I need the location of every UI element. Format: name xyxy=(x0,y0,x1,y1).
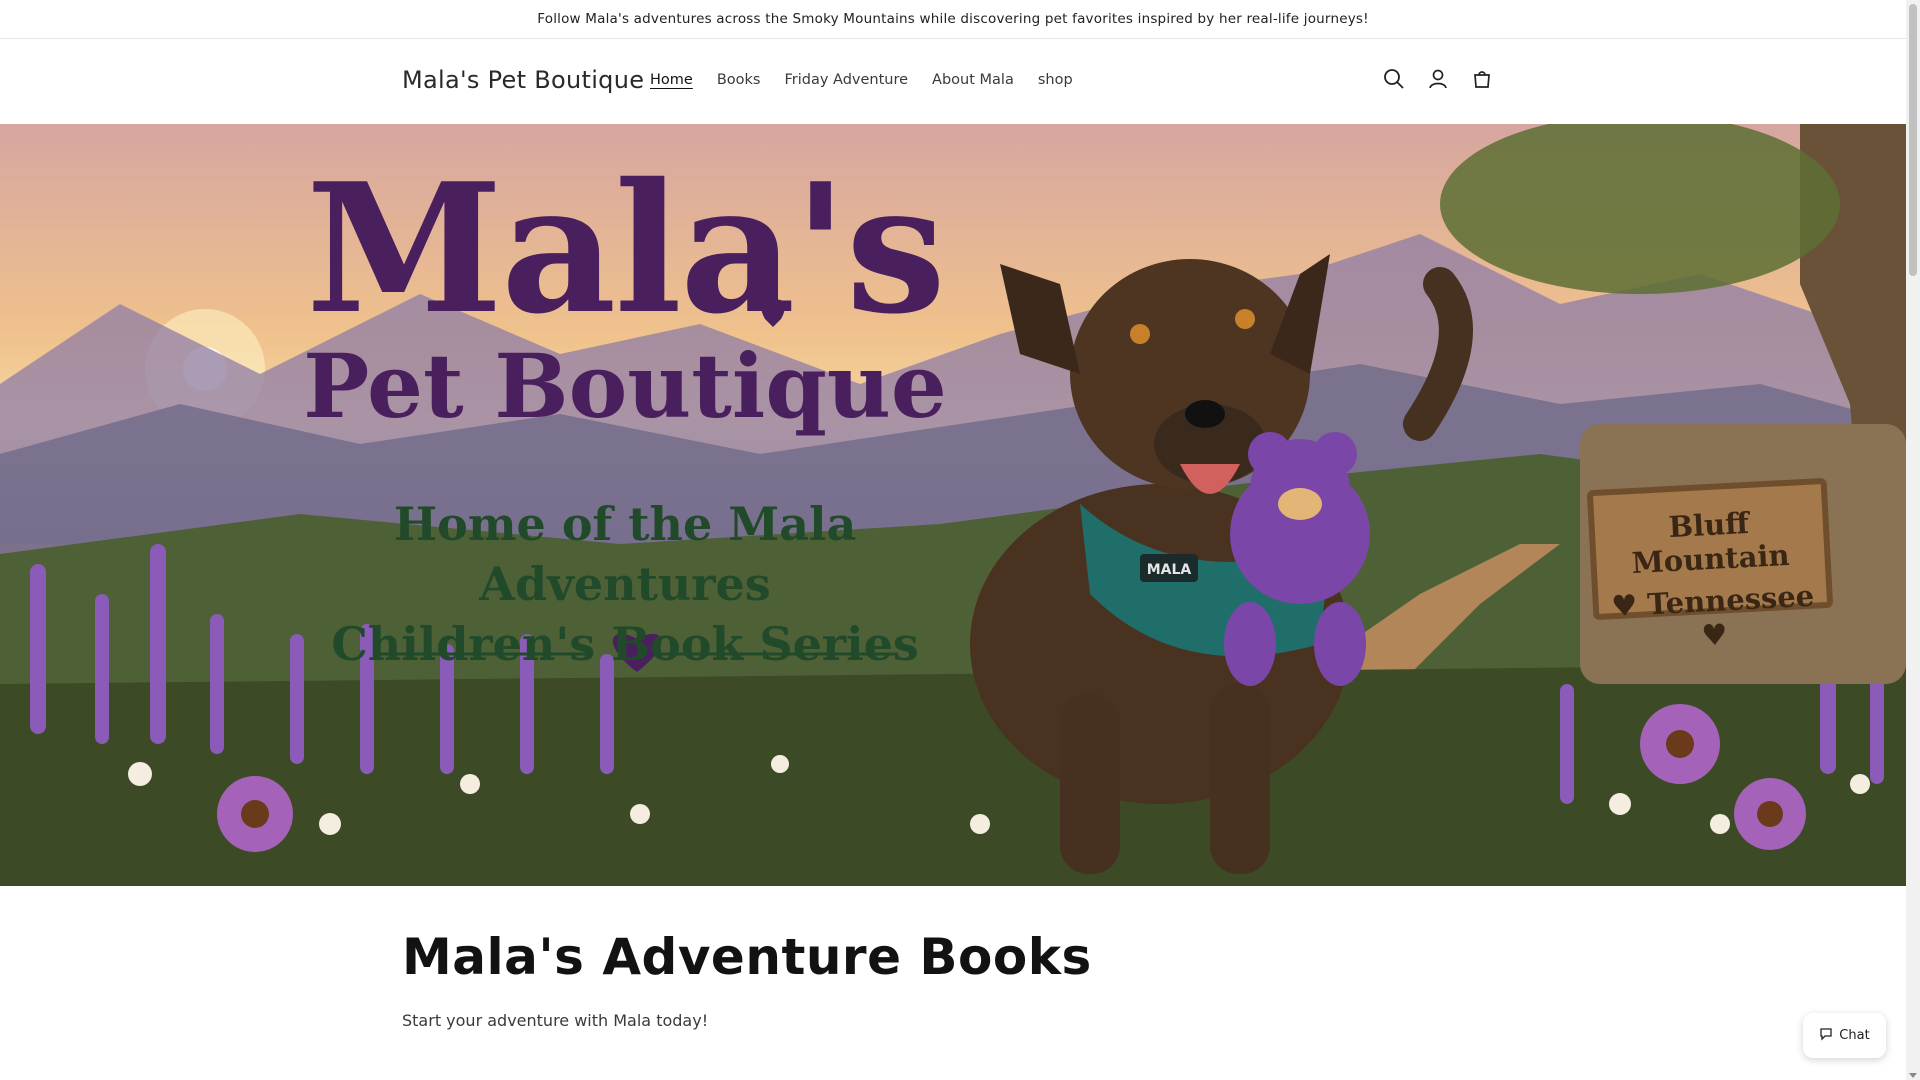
site-header: Mala's Pet Boutique Home Books Friday Ad… xyxy=(0,39,1906,124)
section-subtitle: Start your adventure with Mala today! xyxy=(402,1011,709,1030)
hero-subtitle-line2: Children's Book Series xyxy=(331,617,919,671)
hero-title-line2: Pet Boutique xyxy=(303,334,947,438)
main-nav: Home Books Friday Adventure About Mala s… xyxy=(650,72,1073,88)
account-icon[interactable] xyxy=(1426,67,1450,91)
sign-line1: Bluff Mountain xyxy=(1630,505,1791,581)
nav-friday-adventure[interactable]: Friday Adventure xyxy=(784,72,908,88)
hero-subtitle-line1: Home of the Mala Adventures xyxy=(393,497,857,611)
chat-button[interactable]: Chat xyxy=(1803,1013,1886,1058)
cart-icon[interactable] xyxy=(1470,67,1494,91)
announcement-bar: Follow Mala's adventures across the Smok… xyxy=(0,0,1906,39)
scroll-down-arrow-icon[interactable] xyxy=(1909,1073,1917,1078)
harness-tag-text: MALA xyxy=(1147,562,1192,578)
hero-banner[interactable]: MALA Mala's Pet Boutique Home of the Mal… xyxy=(0,124,1906,886)
nav-about-mala[interactable]: About Mala xyxy=(932,72,1014,88)
nav-shop[interactable]: shop xyxy=(1038,72,1073,88)
announcement-text: Follow Mala's adventures across the Smok… xyxy=(537,11,1369,27)
chat-bubble-icon xyxy=(1819,1027,1833,1045)
hero-title: Mala's Pet Boutique xyxy=(275,144,975,438)
scrollbar-thumb[interactable] xyxy=(1909,4,1917,276)
sign-line2: ♥ Tennessee ♥ xyxy=(1610,578,1815,653)
bluff-mountain-sign: Bluff Mountain ♥ Tennessee ♥ xyxy=(1586,477,1834,653)
nav-home[interactable]: Home xyxy=(650,72,693,88)
site-logo[interactable]: Mala's Pet Boutique xyxy=(402,66,644,94)
chat-label: Chat xyxy=(1839,1028,1870,1043)
search-icon[interactable] xyxy=(1382,67,1406,91)
hero-subtitle: Home of the Mala Adventures Children's B… xyxy=(275,494,975,674)
section-title: Mala's Adventure Books xyxy=(402,928,1092,986)
header-icons xyxy=(1382,67,1494,91)
nav-books[interactable]: Books xyxy=(717,72,761,88)
hero-title-line1: Mala's xyxy=(305,144,946,353)
page-scrollbar[interactable] xyxy=(1906,0,1920,1080)
